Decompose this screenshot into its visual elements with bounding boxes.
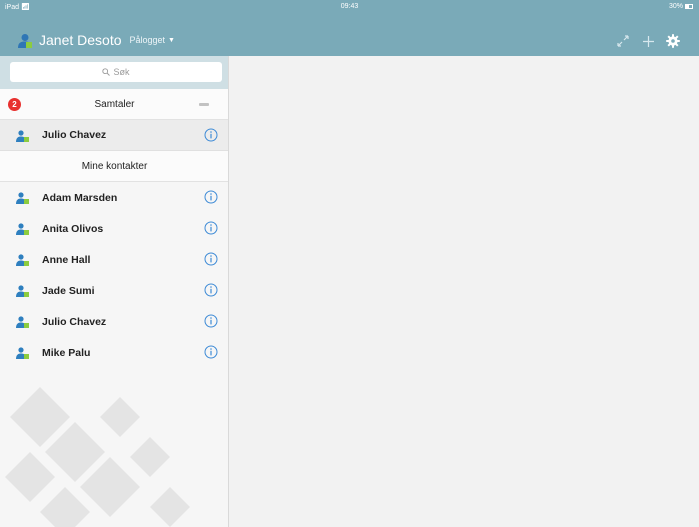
contact-name: Anne Hall [42,253,91,266]
contact-item[interactable]: Anne Hall [0,244,228,275]
search-placeholder: Søk [113,67,130,77]
add-icon [642,35,654,47]
conversations-header[interactable]: 2 Samtaler [0,89,228,120]
info-icon[interactable] [204,345,218,359]
clock: 09:43 [340,3,359,10]
status-bar: iPad 📶︎ 09:43 30% [0,0,699,14]
expand-icon [617,35,629,47]
contact-name: Anita Olivos [42,222,104,235]
battery-percent: 30% [668,3,683,10]
contact-item[interactable]: Anita Olivos [0,213,228,244]
contacts-title: Mine kontakter [81,160,148,172]
person-icon [16,130,29,142]
person-icon [16,192,29,204]
presence-status: Pålogget [129,35,166,45]
search-input[interactable]: Søk [10,62,222,82]
contact-item[interactable]: Mike Palu [0,337,228,368]
conversation-name: Julio Chavez [42,129,107,141]
content-pane [230,56,699,527]
info-icon[interactable] [204,128,218,142]
search-icon [102,68,111,76]
contact-item[interactable]: Jade Sumi [0,275,228,306]
person-icon [16,254,29,266]
header-actions [606,33,681,49]
contact-name: Adam Marsden [42,191,118,204]
person-icon [16,285,29,297]
person-icon [16,347,29,359]
info-icon[interactable] [204,221,218,235]
user-name: Janet Desoto [39,32,122,48]
contact-name: Jade Sumi [42,284,95,297]
presence-menu[interactable]: Janet Desoto Pålogget ▼ [17,30,175,50]
sidebar: Søk 2 Samtaler Julio Chavez Mine kontakt… [0,56,229,527]
info-icon[interactable] [204,283,218,297]
person-icon [16,316,29,328]
unread-badge: 2 [8,98,21,111]
gear-icon [666,34,680,48]
settings-button[interactable] [665,33,681,49]
battery-icon [685,4,693,9]
contact-name: Julio Chavez [42,315,107,328]
info-icon[interactable] [204,252,218,266]
background-pattern [5,387,190,527]
contacts-header[interactable]: Mine kontakter [0,151,228,182]
chevron-down-icon: ▼ [168,36,175,44]
contact-item[interactable]: Adam Marsden [0,182,228,213]
person-icon [16,223,29,235]
contact-item[interactable]: Julio Chavez [0,306,228,337]
conversations-title: Samtaler [94,98,135,110]
collapse-icon[interactable] [199,103,209,106]
battery-status: 30% [669,3,693,10]
expand-button[interactable] [615,33,631,49]
info-icon[interactable] [204,190,218,204]
add-button[interactable] [640,33,656,49]
top-bar: iPad 📶︎ 09:43 30% Janet Desoto Pålogget … [0,0,699,56]
search-bar: Søk [0,56,228,89]
contact-name: Mike Palu [42,346,91,359]
info-icon[interactable] [204,314,218,328]
conversation-item[interactable]: Julio Chavez [0,120,228,151]
user-avatar-icon [18,33,32,48]
